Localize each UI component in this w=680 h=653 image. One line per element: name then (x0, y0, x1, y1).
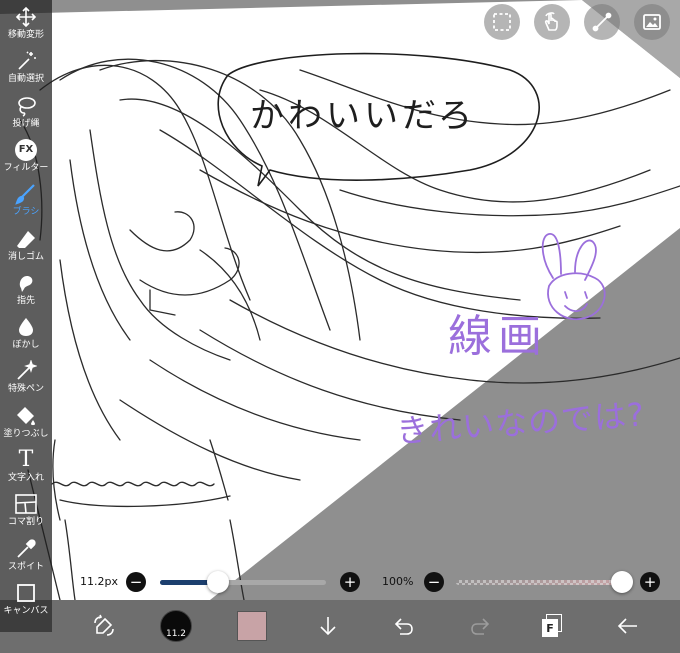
tool-text[interactable]: T 文字入れ (0, 447, 52, 491)
undo-icon (394, 618, 413, 635)
tool-label: 移動変形 (7, 30, 44, 40)
tool-special-pen[interactable]: 特殊ペン (0, 358, 52, 402)
opacity-track[interactable] (456, 580, 622, 585)
layers-front-sheet: F (542, 619, 558, 637)
tool-fill-bucket[interactable]: 塗りつぶし (0, 403, 52, 447)
lineart-label: 線画 (448, 311, 548, 362)
brush-size-badge-text: 11.2 (165, 629, 187, 639)
redo-icon (471, 618, 490, 635)
tool-eyedropper[interactable]: スポイト (0, 536, 52, 580)
brush-size-plus-button[interactable]: + (340, 572, 360, 592)
material-button[interactable] (634, 4, 670, 40)
brush-size-track[interactable] (160, 580, 326, 585)
opacity-minus-button[interactable]: − (424, 572, 444, 592)
opacity-knob[interactable] (611, 571, 633, 593)
speech-bubble-text: かわいいだろ (250, 96, 476, 136)
tool-label: コマ割り (7, 517, 44, 528)
tool-palette: 移動変形自動選択投げ縄 FX フィルターブラシ消しゴム指先ぼかし特殊ペン塗りつぶし T… (0, 0, 52, 632)
tool-brush[interactable]: ブラシ (0, 181, 52, 225)
tool-label: キャンバス (3, 605, 49, 616)
layers-badge-text: F (546, 621, 554, 635)
ruler-icon (592, 12, 612, 32)
fx-icon: FX (13, 137, 39, 163)
tool-label: フィルター (3, 162, 49, 173)
tool-label: 指先 (16, 295, 35, 306)
color-button[interactable] (234, 608, 270, 644)
fill-bucket-icon (13, 403, 39, 429)
tool-label: スポイト (7, 561, 44, 572)
download-arrow-icon (320, 617, 336, 636)
tool-blur-drop[interactable]: ぼかし (0, 314, 52, 358)
lasso-icon (13, 93, 39, 119)
tool-eraser[interactable]: 消しゴム (0, 226, 52, 270)
eraser-icon (13, 226, 39, 252)
material-image-icon (643, 14, 661, 30)
current-color-swatch (237, 611, 267, 641)
move-arrows-icon (13, 4, 39, 30)
brush-size-badge-button[interactable]: 11.2 (158, 608, 194, 644)
ruler-button[interactable] (584, 4, 620, 40)
tool-label: 消しゴム (7, 251, 44, 262)
tool-label: 塗りつぶし (3, 428, 49, 439)
selection-icon (493, 13, 511, 31)
draw-mode-button[interactable] (86, 608, 122, 644)
tool-fx[interactable]: FX フィルター (0, 137, 52, 181)
layers-icon: F (540, 614, 564, 638)
undo-button[interactable] (386, 608, 422, 644)
back-arrow-icon (617, 618, 637, 634)
slider-row: 11.2px − + 100% − + (52, 565, 680, 601)
selection-button[interactable] (484, 4, 520, 40)
opacity-checker (456, 580, 622, 585)
tool-label: 文字入れ (7, 473, 44, 483)
special-pen-icon (13, 358, 39, 384)
app-screen: かわいいだろ 線画 きれいなのでは? 移動変形 自動選択 投げ縄 FX フィルター ブラシ… (0, 0, 680, 653)
blur-drop-icon (13, 314, 39, 340)
swap-draw-icon (94, 614, 114, 636)
canvas-icon (13, 580, 39, 606)
tool-finger-smudge[interactable]: 指先 (0, 270, 52, 314)
tool-label: 特殊ペン (7, 384, 44, 395)
back-button[interactable] (610, 608, 646, 644)
download-button[interactable] (310, 608, 346, 644)
brush-size-value: 11.2px (80, 575, 118, 588)
layers-button[interactable]: F (534, 608, 570, 644)
tool-panel-divide[interactable]: コマ割り (0, 491, 52, 535)
brush-icon (13, 181, 39, 207)
text-icon: T (18, 447, 34, 472)
tool-lasso[interactable]: 投げ縄 (0, 93, 52, 137)
opacity-plus-button[interactable]: + (640, 572, 660, 592)
tool-label: 投げ縄 (12, 118, 40, 129)
tool-canvas[interactable]: キャンバス (0, 580, 52, 624)
redo-button[interactable] (462, 608, 498, 644)
brush-size-knob[interactable] (207, 571, 230, 593)
touch-gesture-icon (544, 12, 558, 31)
tool-label: ぼかし (12, 340, 40, 351)
touch-gesture-button[interactable] (534, 4, 570, 40)
magic-wand-icon (13, 48, 39, 74)
bottom-bar-corner (0, 632, 52, 653)
tool-label: 自動選択 (7, 74, 44, 85)
tool-label: ブラシ (12, 207, 40, 218)
bottom-toolbar: 11.2 F (52, 600, 680, 653)
tool-move-arrows[interactable]: 移動変形 (0, 4, 52, 48)
brush-size-minus-button[interactable]: − (126, 572, 146, 592)
tool-magic-wand[interactable]: 自動選択 (0, 48, 52, 92)
opacity-value: 100% (382, 575, 414, 588)
finger-smudge-icon (13, 270, 39, 296)
eyedropper-icon (13, 536, 39, 562)
brush-size-badge: 11.2 (160, 610, 192, 642)
panel-divide-icon (13, 491, 39, 517)
